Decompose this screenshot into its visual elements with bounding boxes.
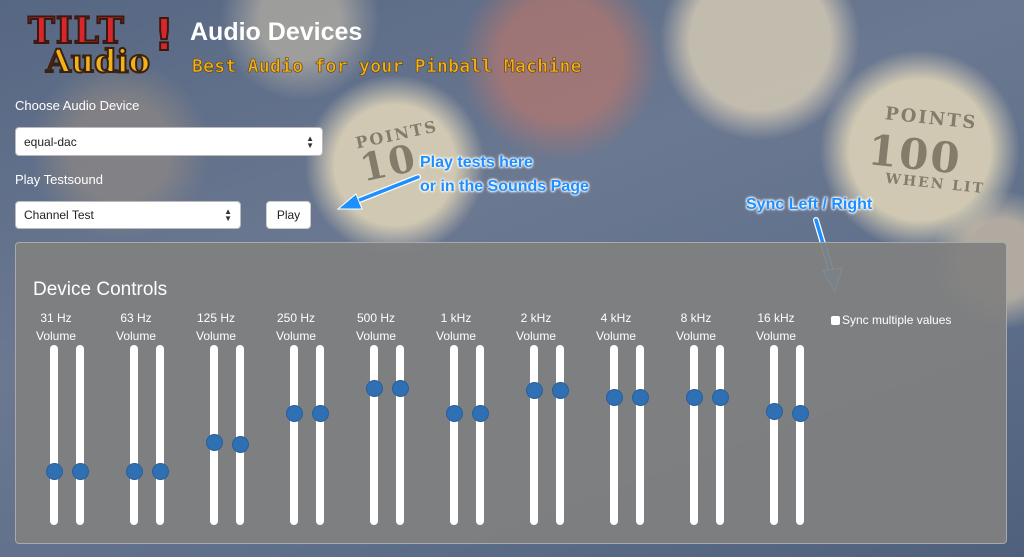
sync-checkbox[interactable] [831, 315, 840, 325]
testsound-label: Play Testsound [15, 172, 103, 187]
device-controls-title: Device Controls [33, 279, 168, 300]
eq-band-frequency: 4 kHz [600, 311, 632, 325]
eq-slider-track-left[interactable] [370, 345, 378, 525]
page-title: Audio Devices [190, 18, 363, 46]
eq-band-frequency: 1 kHz [440, 311, 472, 325]
eq-slider-thumb-right[interactable] [391, 379, 409, 397]
eq-slider-track-left[interactable] [50, 345, 58, 525]
audio-device-value: equal-dac [24, 134, 77, 149]
eq-slider-thumb-right[interactable] [631, 388, 649, 406]
eq-slider-track-left[interactable] [290, 345, 298, 525]
eq-band-volume-label: Volume [355, 329, 397, 343]
eq-band-frequency: 500 Hz [356, 311, 396, 325]
eq-slider-thumb-right[interactable] [71, 462, 89, 480]
tagline: Best Audio for your Pinball Machine [192, 56, 582, 78]
play-hint-arrow-icon [336, 174, 421, 210]
eq-band-volume-label: Volume [275, 329, 317, 343]
eq-band-frequency: 16 kHz [757, 311, 795, 325]
eq-slider-track-right[interactable] [716, 345, 724, 525]
eq-slider-thumb-left[interactable] [365, 379, 383, 397]
device-controls-panel: Device Controls Sync multiple values 31 … [15, 242, 1007, 544]
eq-slider-thumb-right[interactable] [791, 404, 809, 422]
eq-slider-thumb-left[interactable] [605, 388, 623, 406]
eq-slider-thumb-left[interactable] [445, 404, 463, 422]
testsound-select[interactable]: Channel Test ▲ ▼ [15, 201, 241, 229]
eq-band-volume-label: Volume [115, 329, 157, 343]
eq-band-volume-label: Volume [675, 329, 717, 343]
eq-band-volume-label: Volume [435, 329, 477, 343]
eq-slider-track-right[interactable] [156, 345, 164, 525]
logo-exclamation: ! [153, 9, 175, 62]
logo-audio-text: Audio [45, 41, 151, 81]
eq-band-volume-label: Volume [755, 329, 797, 343]
tilt-audio-logo: TILT Audio ! [27, 9, 178, 81]
eq-slider-thumb-right[interactable] [231, 435, 249, 453]
eq-band-frequency: 125 Hz [196, 311, 236, 325]
eq-slider-track-left[interactable] [450, 345, 458, 525]
sync-label: Sync multiple values [842, 313, 952, 327]
device-select-label: Choose Audio Device [15, 98, 140, 113]
eq-slider-thumb-left[interactable] [45, 462, 63, 480]
eq-band-frequency: 2 kHz [520, 311, 552, 325]
eq-slider-track-left[interactable] [530, 345, 538, 525]
eq-band-volume-label: Volume [35, 329, 77, 343]
eq-slider-thumb-left[interactable] [285, 404, 303, 422]
eq-slider-track-right[interactable] [636, 345, 644, 525]
play-hint-annotation: Play tests here or in the Sounds Page [420, 151, 589, 199]
eq-band-volume-label: Volume [195, 329, 237, 343]
eq-slider-track-right[interactable] [76, 345, 84, 525]
eq-band-frequency: 63 Hz [120, 311, 152, 325]
play-hint-line1: Play tests here [420, 154, 533, 171]
select-arrows-icon: ▲ ▼ [224, 207, 232, 223]
play-button[interactable]: Play [266, 201, 311, 229]
eq-band-volume-label: Volume [515, 329, 557, 343]
eq-slider-track-right[interactable] [476, 345, 484, 525]
eq-slider-thumb-left[interactable] [765, 403, 783, 421]
eq-slider-track-left[interactable] [770, 345, 778, 525]
eq-slider-thumb-left[interactable] [525, 381, 543, 399]
eq-slider-track-left[interactable] [130, 345, 138, 525]
eq-slider-thumb-left[interactable] [205, 433, 223, 451]
eq-slider-track-left[interactable] [690, 345, 698, 525]
sync-multiple-values[interactable]: Sync multiple values [831, 313, 951, 327]
eq-slider-track-right[interactable] [396, 345, 404, 525]
eq-slider-track-right[interactable] [796, 345, 804, 525]
eq-band-volume-label: Volume [595, 329, 637, 343]
eq-band-frequency: 31 Hz [40, 311, 72, 325]
eq-band-frequency: 8 kHz [680, 311, 712, 325]
eq-slider-thumb-right[interactable] [711, 388, 729, 406]
select-arrows-icon: ▲ ▼ [306, 133, 314, 150]
play-hint-line2: or in the Sounds Page [420, 178, 589, 195]
eq-slider-thumb-right[interactable] [471, 404, 489, 422]
eq-slider-thumb-right[interactable] [151, 462, 169, 480]
eq-slider-thumb-right[interactable] [551, 381, 569, 399]
eq-slider-track-right[interactable] [316, 345, 324, 525]
testsound-value: Channel Test [24, 208, 94, 222]
audio-device-select[interactable]: equal-dac ▲ ▼ [15, 127, 323, 156]
eq-slider-thumb-left[interactable] [685, 388, 703, 406]
eq-band-frequency: 250 Hz [276, 311, 316, 325]
eq-slider-thumb-right[interactable] [311, 404, 329, 422]
eq-slider-track-right[interactable] [556, 345, 564, 525]
sync-hint-annotation: Sync Left / Right [746, 196, 873, 213]
eq-slider-track-left[interactable] [610, 345, 618, 525]
eq-slider-thumb-left[interactable] [125, 462, 143, 480]
